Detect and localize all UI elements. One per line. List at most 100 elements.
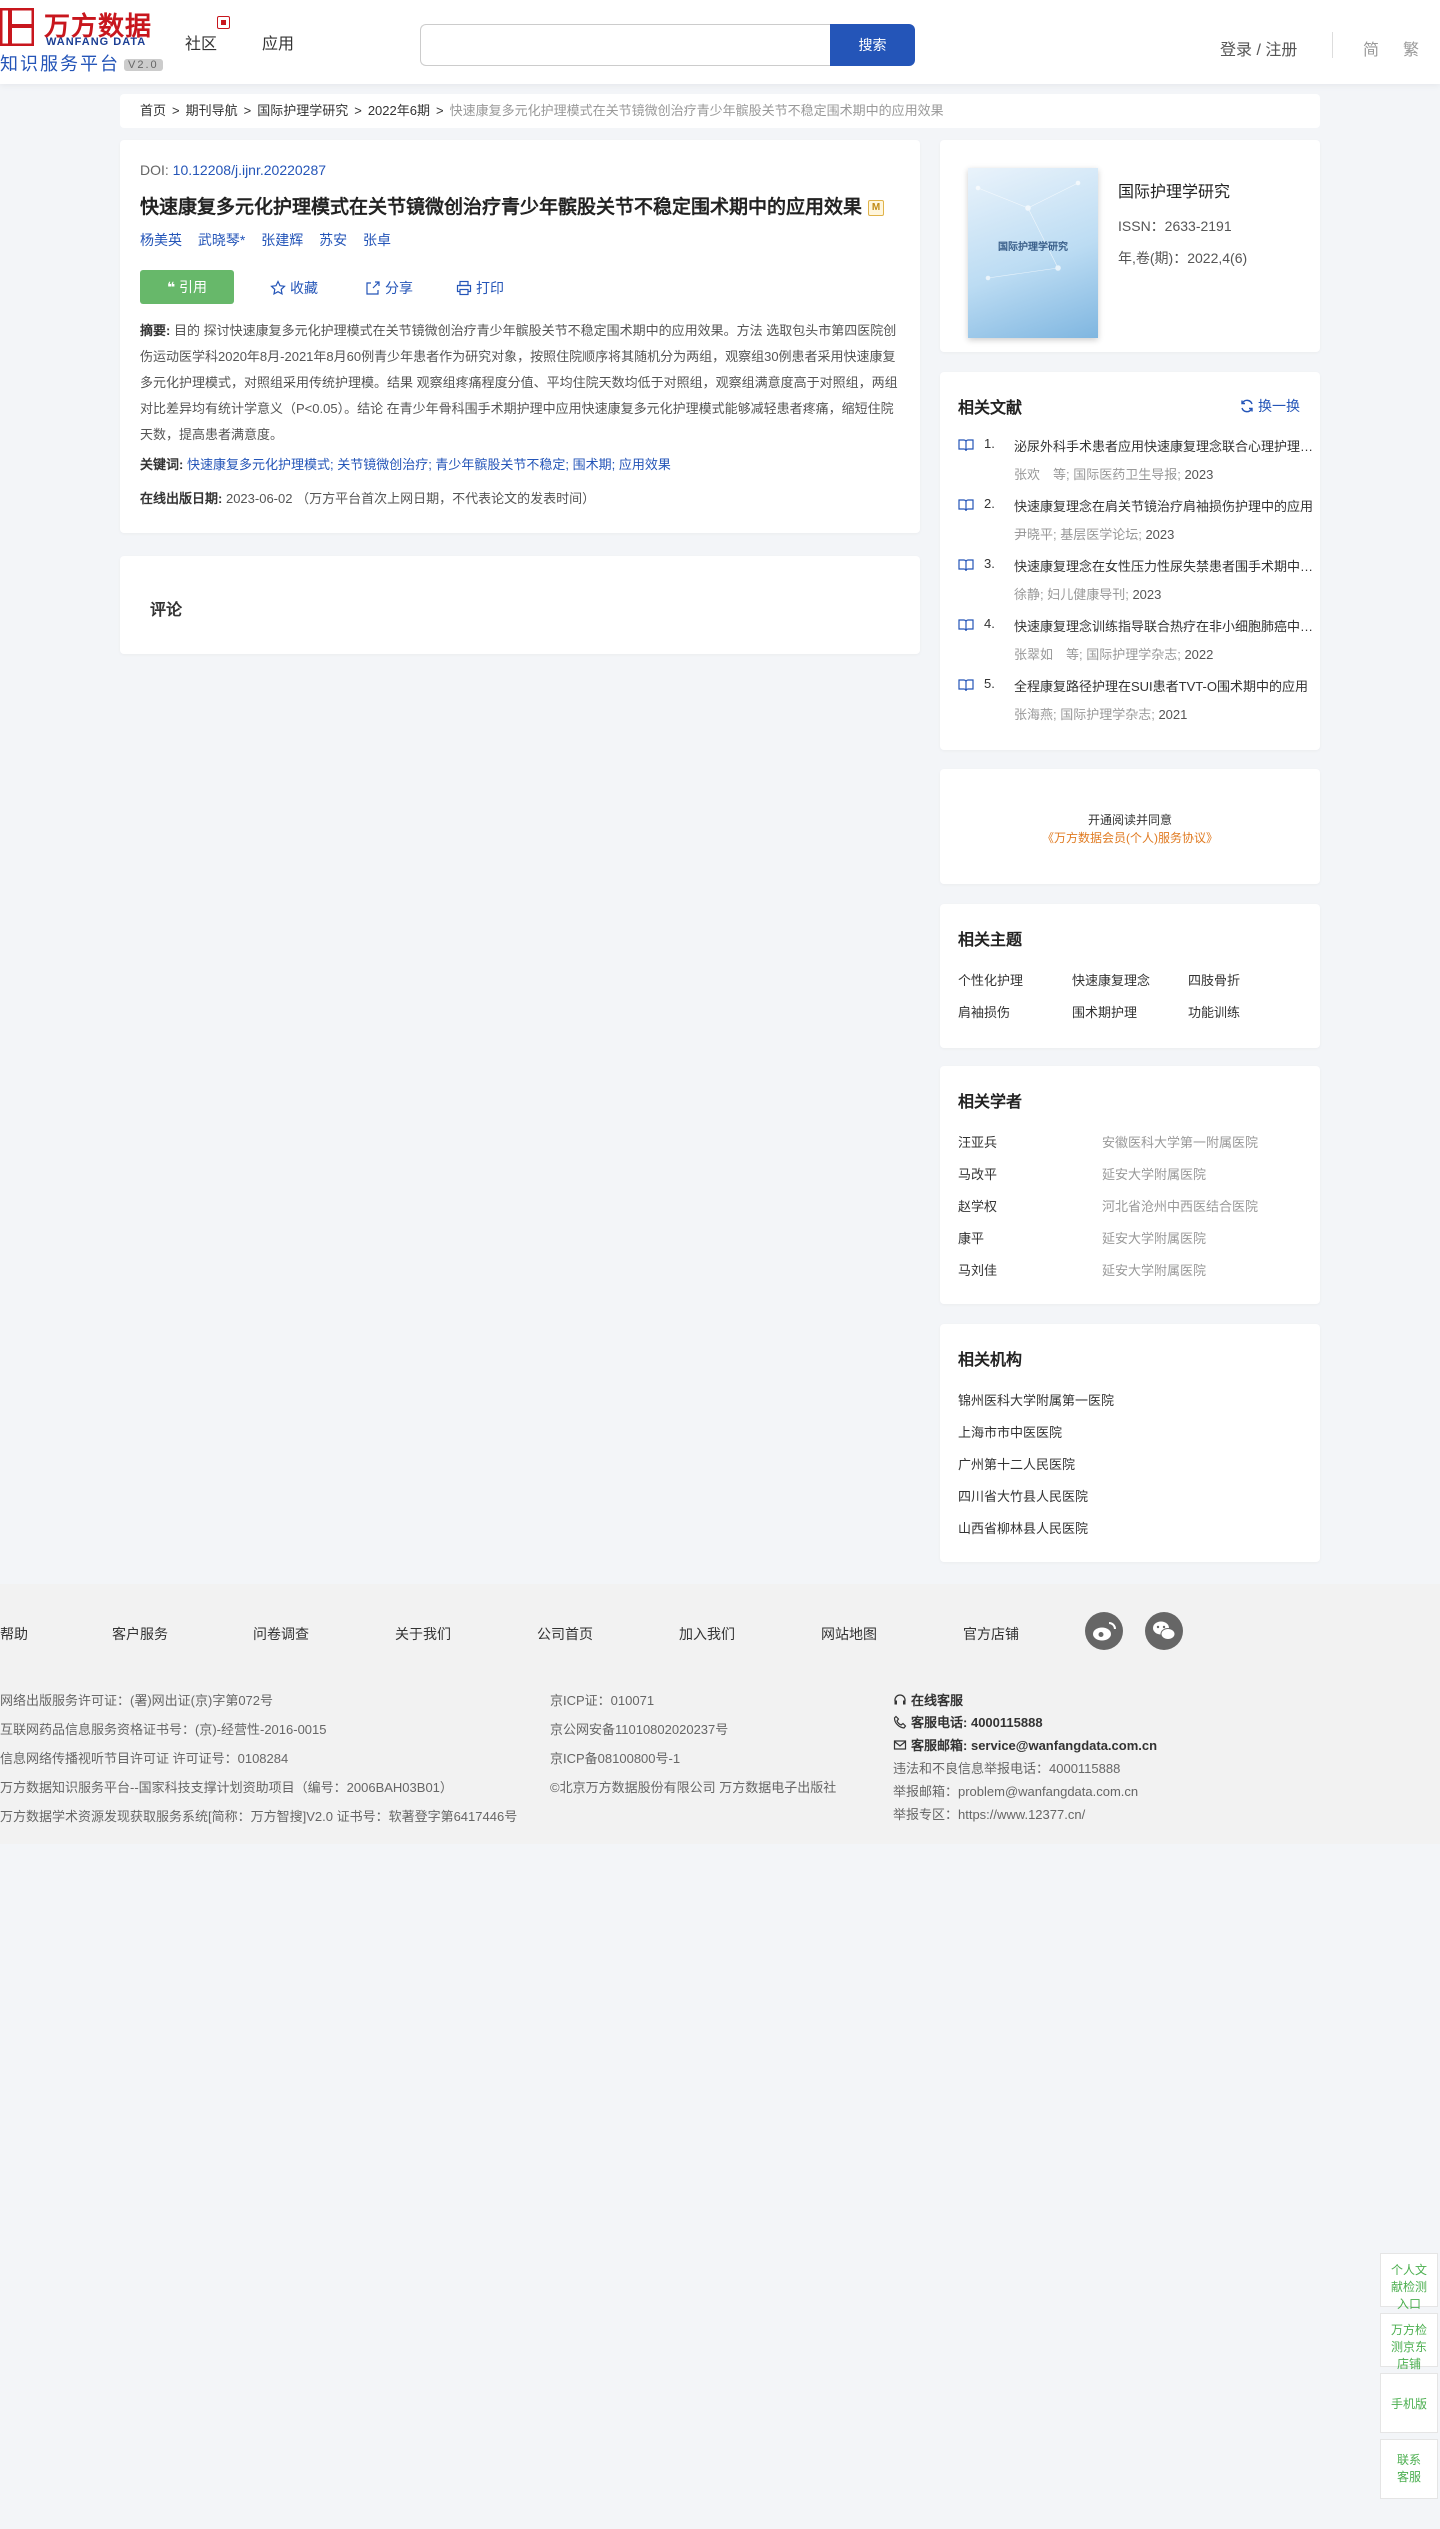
footer-link[interactable]: 加入我们	[679, 1624, 735, 1644]
institution-link[interactable]: 山西省柳林县人民医院	[958, 1518, 1088, 1537]
journal-name[interactable]: 国际护理学研究	[1118, 178, 1230, 202]
related-doc-title[interactable]: 快速康复理念在女性压力性尿失禁患者围手术期中的应用	[1014, 556, 1314, 575]
topic-link[interactable]: 个性化护理	[958, 970, 1023, 989]
scholar-name[interactable]: 马刘佳	[958, 1260, 997, 1279]
share-button[interactable]: 分享	[365, 278, 413, 298]
search-button[interactable]: 搜索	[830, 24, 915, 66]
author-link[interactable]: 苏安	[319, 232, 347, 248]
article-title: 快速康复多元化护理模式在关节镜微创治疗青少年髌股关节不稳定围术期中的应用效果 M	[140, 192, 885, 219]
doi-link[interactable]: 10.12208/j.ijnr.20220287	[173, 162, 326, 178]
related-doc-title[interactable]: 泌尿外科手术患者应用快速康复理念联合心理护理的效果分析	[1014, 436, 1314, 455]
comment-title: 评论	[150, 602, 183, 619]
book-icon	[958, 619, 974, 632]
breadcrumb: 首页 > 期刊导航 > 国际护理学研究 >2022年6期 > 快速康复多元化护理模式在关节镜微…	[120, 94, 1320, 128]
license-line: 网络出版服务许可证：(署)网出证(京)字第072号	[0, 1693, 274, 1708]
footer-link[interactable]: 客户服务	[112, 1624, 168, 1644]
quote-icon: ❝	[166, 279, 180, 295]
logo-subtitle: 知识服务平台 V2.0	[0, 50, 163, 76]
cover-title: 国际护理学研究	[998, 242, 1068, 253]
vip-text: 开通阅读并同意	[1087, 813, 1172, 827]
keywords-links[interactable]: 快速康复多元化护理模式; 关节镜微创治疗; 青少年髌股关节不稳定; 围术期; 应…	[187, 457, 671, 472]
lang-traditional[interactable]: 繁	[1403, 36, 1419, 60]
related-doc-meta: 尹晓平; 基层医学论坛; 2023	[1014, 527, 1175, 542]
footer-link[interactable]: 问卷调查	[253, 1624, 309, 1644]
author-link[interactable]: 武晓琴*	[198, 232, 245, 248]
scholar-name[interactable]: 康平	[958, 1228, 984, 1247]
institution-link[interactable]: 锦州医科大学附属第一医院	[958, 1390, 1114, 1409]
online-service-link[interactable]: 在线客服	[893, 1690, 963, 1709]
related-doc-title[interactable]: 快速康复理念在肩关节镜治疗肩袖损伤护理中的应用	[1014, 496, 1314, 515]
topic-link[interactable]: 快速康复理念	[1072, 970, 1150, 989]
topic-link[interactable]: 四肢骨折	[1188, 970, 1240, 989]
topics-title: 相关主题	[958, 932, 1023, 949]
lang-simplified[interactable]: 简	[1363, 36, 1379, 60]
topic-link[interactable]: 功能训练	[1188, 1002, 1240, 1021]
institution-link[interactable]: 上海市市中医医院	[958, 1422, 1062, 1441]
headset-icon	[894, 1694, 906, 1705]
footer-link[interactable]: 关于我们	[395, 1624, 451, 1644]
institutions-title: 相关机构	[958, 1352, 1023, 1369]
related-docs-title: 相关文献	[958, 400, 1023, 417]
nav-apps[interactable]: 应用	[262, 30, 294, 54]
scholar-org[interactable]: 延安大学附属医院	[1102, 1228, 1206, 1247]
comment-card: 评论	[120, 556, 920, 654]
topic-link[interactable]: 围术期护理	[1072, 1002, 1137, 1021]
footer-link[interactable]: 官方店铺	[963, 1624, 1019, 1644]
copyright-line: ©北京万方数据股份有限公司 万方数据电子出版社	[550, 1780, 837, 1795]
scholar-name[interactable]: 汪亚兵	[958, 1132, 997, 1151]
footer-link[interactable]: 网站地图	[821, 1624, 877, 1644]
author-link[interactable]: 张卓	[363, 232, 391, 248]
institution-link[interactable]: 广州第十二人民医院	[958, 1454, 1075, 1473]
journal-cover[interactable]: 国际护理学研究	[968, 168, 1098, 338]
scholar-name[interactable]: 马改平	[958, 1164, 997, 1183]
phone-icon	[893, 1715, 907, 1729]
scholar-org[interactable]: 河北省沧州中西医结合医院	[1102, 1196, 1258, 1215]
online-pub-date: 在线出版日期: 2023-06-02 （万方平台首次上网日期，不代表论文的发表时…	[140, 491, 596, 506]
related-doc-meta: 徐静; 妇儿健康导刊; 2023	[1014, 587, 1162, 602]
scholar-name[interactable]: 赵学权	[958, 1196, 997, 1215]
nav-community[interactable]: 社区	[185, 30, 217, 54]
author-link[interactable]: 张建辉	[261, 232, 303, 248]
star-icon	[270, 280, 286, 296]
breadcrumb-journal[interactable]: 国际护理学研究	[257, 103, 348, 118]
footer-link[interactable]: 帮助	[0, 1624, 28, 1644]
scholars-title: 相关学者	[958, 1094, 1023, 1111]
cite-button[interactable]: ❝ 引用	[140, 270, 234, 304]
institution-link[interactable]: 四川省大竹县人民医院	[958, 1486, 1088, 1505]
breadcrumb-journals[interactable]: 期刊导航	[186, 103, 238, 118]
icp-line: 京ICP证：010071	[550, 1693, 655, 1708]
topic-link[interactable]: 肩袖损伤	[958, 1002, 1010, 1021]
vip-agreement-link[interactable]: 《万方数据会员(个人)服务协议》	[940, 829, 1320, 846]
print-button[interactable]: 打印	[456, 278, 504, 298]
related-doc-title[interactable]: 快速康复理念训练指导联合热疗在非小细胞肺癌中的应用	[1014, 616, 1314, 635]
abstract-label: 摘要:	[140, 323, 171, 338]
refresh-icon	[1241, 399, 1253, 413]
related-doc-meta: 张海燕; 国际护理学杂志; 2021	[1014, 707, 1188, 722]
printer-icon	[456, 280, 472, 296]
float-jd-store[interactable]: 万方检测京东店铺	[1380, 2313, 1438, 2371]
book-icon	[958, 499, 974, 512]
related-doc-title[interactable]: 全程康复路径护理在SUI患者TVT-O围术期中的应用	[1014, 676, 1314, 695]
book-icon	[958, 559, 974, 572]
footer-link[interactable]: 公司首页	[537, 1624, 593, 1644]
top-header: 万方数据 WANFANG DATA 知识服务平台 V2.0 社区 应用 搜索 登录…	[0, 0, 1440, 84]
float-plagiarism-check[interactable]: 个人文献检测入口	[1380, 2253, 1438, 2311]
author-link[interactable]: 杨美英	[140, 232, 182, 248]
refresh-button[interactable]: 换一换	[1240, 396, 1300, 416]
license-line: 万方数据学术资源发现获取服务系统[简称：万方智搜]V2.0 证书号：软著登字第6…	[0, 1809, 518, 1824]
breadcrumb-issue[interactable]: 2022年6期	[368, 103, 430, 118]
login-register-link[interactable]: 登录 / 注册	[1220, 36, 1297, 60]
wanfang-logo[interactable]: 万方数据 WANFANG DATA 知识服务平台 V2.0	[0, 6, 163, 74]
report-area[interactable]: 举报专区：https://www.12377.cn/	[893, 1804, 1085, 1823]
scholar-org[interactable]: 延安大学附属医院	[1102, 1260, 1206, 1279]
wechat-icon[interactable]	[1145, 1612, 1183, 1650]
weibo-icon[interactable]	[1085, 1612, 1123, 1650]
search-input[interactable]	[420, 24, 830, 66]
scholar-org[interactable]: 延安大学附属医院	[1102, 1164, 1206, 1183]
collect-button[interactable]: 收藏	[270, 278, 318, 298]
breadcrumb-home[interactable]: 首页	[140, 103, 166, 118]
scholar-org[interactable]: 安徽医科大学第一附属医院	[1102, 1132, 1258, 1151]
float-mobile[interactable]: 手机版	[1380, 2373, 1438, 2433]
float-contact-service[interactable]: 联系客服	[1380, 2439, 1438, 2499]
breadcrumb-current: 快速康复多元化护理模式在关节镜微创治疗青少年髌股关节不稳定围术期中的应用效果	[449, 103, 944, 118]
